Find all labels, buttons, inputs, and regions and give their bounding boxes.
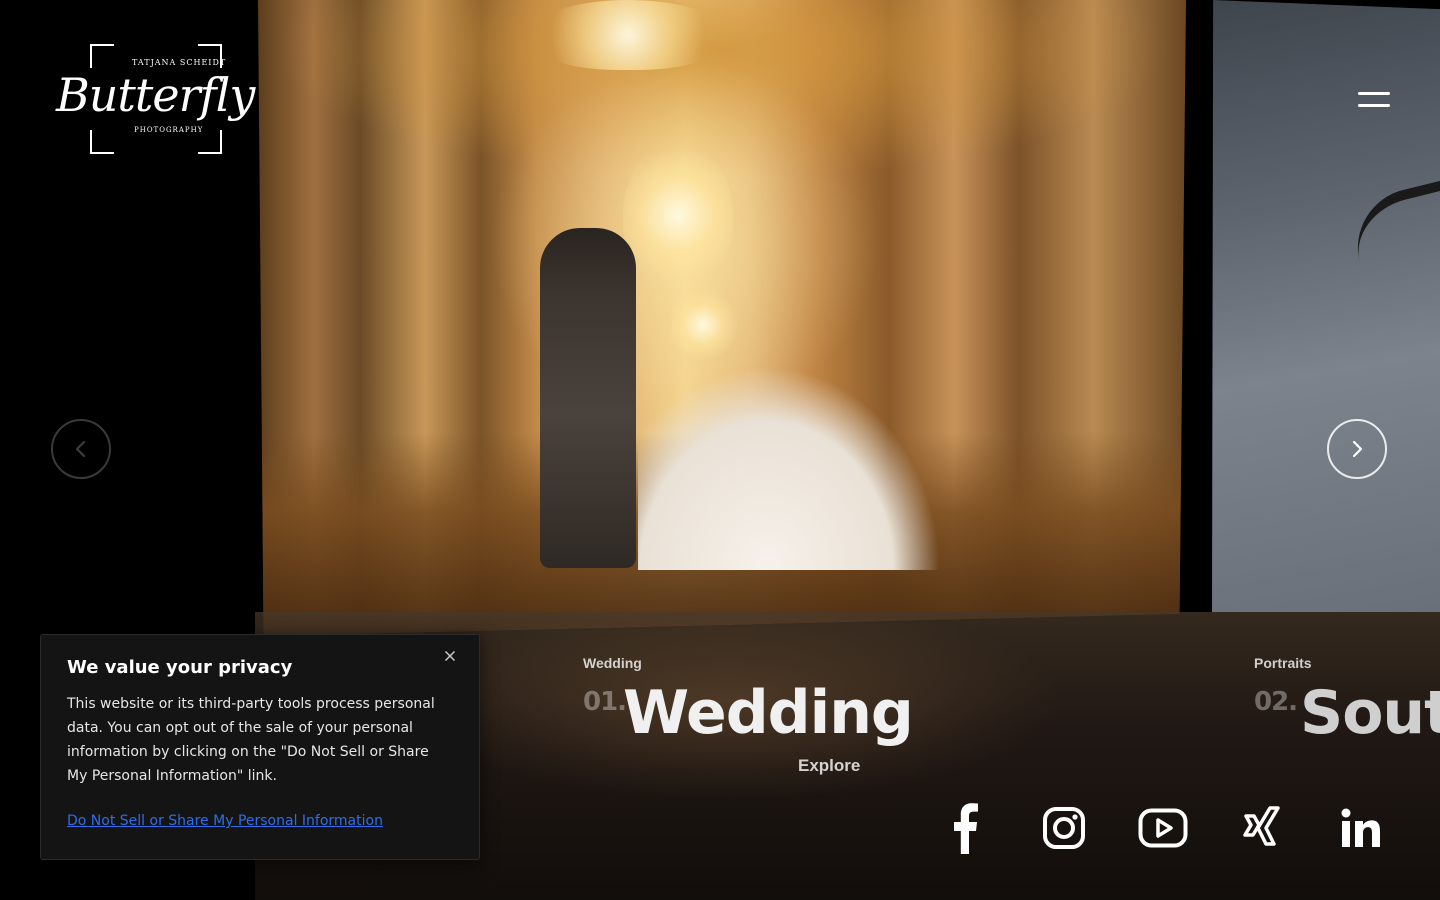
slide-image-wedding[interactable] [258, 0, 1186, 636]
chevron-right-icon [1352, 440, 1363, 458]
linkedin-link[interactable] [1331, 798, 1391, 858]
explore-link[interactable]: Explore [798, 756, 860, 776]
logo-wordmark: Butterfly [56, 68, 255, 122]
page: TATJANA SCHEIDT Butterfly PHOTOGRAPHY We… [0, 0, 1440, 900]
xing-link[interactable] [1232, 798, 1292, 858]
bride-figure [638, 270, 1098, 570]
slide-title-portraits-clip: South [1298, 678, 1440, 758]
slide-image-portraits[interactable] [1212, 0, 1440, 612]
facebook-link[interactable] [934, 798, 994, 858]
privacy-title: We value your privacy [67, 657, 293, 678]
youtube-link[interactable] [1133, 798, 1193, 858]
instagram-icon [1043, 807, 1085, 849]
privacy-body-text: This website or its third-party tools pr… [67, 696, 435, 784]
slide-category-wedding: Wedding [583, 655, 642, 671]
chandelier-decoration [623, 140, 733, 290]
menu-icon-line [1358, 92, 1390, 95]
logo-tagline-text: PHOTOGRAPHY [134, 126, 204, 134]
logo-frame-corner [90, 44, 114, 68]
youtube-icon [1138, 808, 1188, 848]
privacy-notice: We value your privacy This website or it… [40, 634, 480, 860]
slide-category-portraits: Portraits [1254, 655, 1312, 671]
slide-title-portraits[interactable]: South [1300, 678, 1440, 748]
chevron-left-icon [75, 440, 86, 458]
groom-figure [540, 228, 636, 568]
linkedin-icon [1341, 808, 1380, 847]
slide-number-wedding: 01. [583, 687, 627, 717]
facebook-icon [954, 803, 978, 854]
menu-icon-line [1358, 104, 1390, 107]
close-icon [445, 651, 455, 661]
instagram-link[interactable] [1034, 798, 1094, 858]
xing-icon [1243, 806, 1280, 846]
do-not-sell-link[interactable]: Do Not Sell or Share My Personal Informa… [67, 813, 383, 829]
menu-button[interactable] [1350, 84, 1398, 116]
next-slide-button[interactable] [1327, 419, 1387, 479]
slide-number-portraits: 02. [1254, 687, 1298, 717]
logo-frame-corner [90, 130, 114, 154]
close-privacy-button[interactable] [439, 645, 461, 667]
slide-title-wedding[interactable]: Wedding [623, 678, 914, 748]
logo-name-text: TATJANA SCHEIDT [132, 58, 227, 67]
chandelier-decoration [528, 0, 728, 70]
site-logo[interactable]: TATJANA SCHEIDT Butterfly PHOTOGRAPHY [52, 44, 255, 156]
previous-slide-button[interactable] [51, 419, 111, 479]
